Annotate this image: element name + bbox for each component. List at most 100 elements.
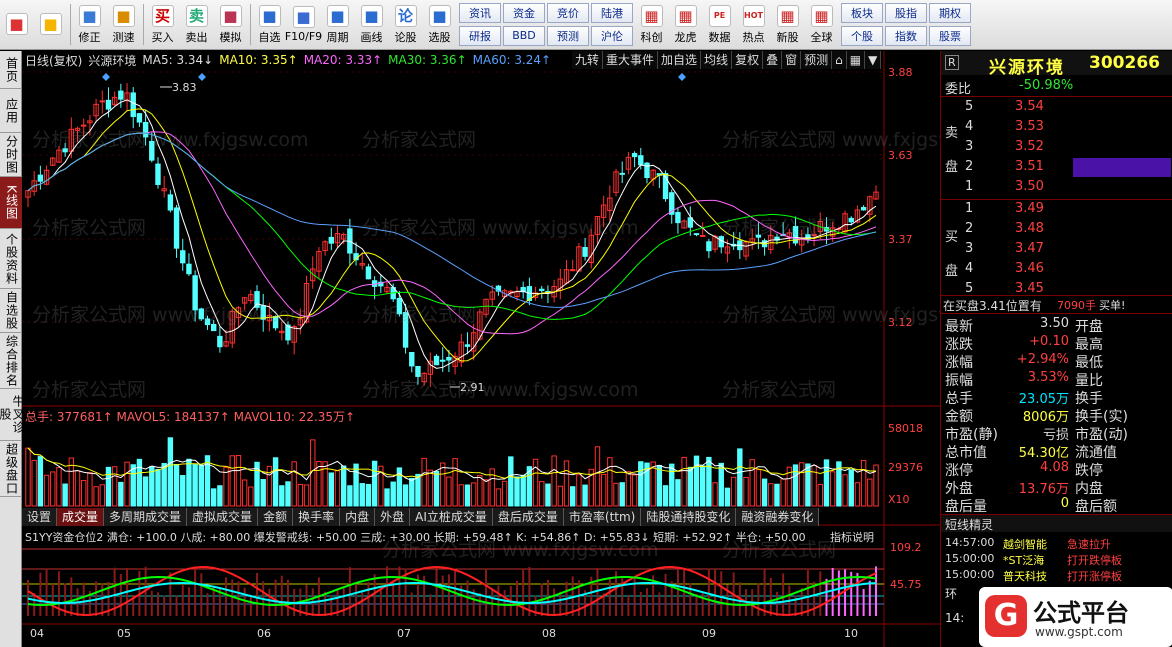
quick-button[interactable]: BBD xyxy=(503,25,545,46)
indicator-tab[interactable]: 虚拟成交量 xyxy=(187,508,259,526)
logo-mark-icon: G xyxy=(985,595,1027,637)
candle-body xyxy=(365,266,372,280)
app-logo-button[interactable]: ■ xyxy=(0,0,34,49)
bid-level: 3 xyxy=(965,241,974,256)
market-button[interactable]: 股指 xyxy=(885,3,927,23)
toolbar-button-label: 买入 xyxy=(151,30,174,44)
toolbar-button-label: 龙虎 xyxy=(674,30,697,44)
quick-button[interactable]: 竞价 xyxy=(547,3,589,23)
left-tab[interactable]: 首页 xyxy=(0,51,22,89)
chart-control-button[interactable]: 预测 xyxy=(801,51,833,69)
dragon-button[interactable]: ▦ 龙虎 xyxy=(669,0,703,49)
quick-button[interactable]: 陆港 xyxy=(591,3,633,23)
candle-body xyxy=(130,92,136,118)
quick-button[interactable]: 预测 xyxy=(547,25,589,46)
quick-button[interactable]: 研报 xyxy=(459,25,501,46)
lock-icon[interactable]: ⌂ xyxy=(832,51,847,69)
volume-bar xyxy=(706,456,712,507)
left-tab[interactable]: K线图 xyxy=(0,177,22,229)
quick-button[interactable]: 沪伦 xyxy=(591,25,633,46)
indicator-tab[interactable]: 换手率 xyxy=(293,508,341,526)
left-tab[interactable]: 综合排名 xyxy=(0,333,22,389)
chart-control-button[interactable]: 重大事件 xyxy=(603,51,659,69)
chart-control-button[interactable]: 均线 xyxy=(701,51,733,69)
back-arrow-button[interactable]: ■ xyxy=(34,0,68,49)
star-icon: ■ xyxy=(258,4,281,27)
indicator-help-button[interactable]: 指标说明 xyxy=(830,530,874,544)
up-down-arrows-button[interactable]: ■ 修正 xyxy=(73,0,107,49)
big-order-tag: 买单! xyxy=(1099,299,1126,312)
buy-button[interactable]: 买买入 xyxy=(146,0,180,49)
left-tab[interactable]: 应用 xyxy=(0,89,22,133)
ask-volume-bar xyxy=(1073,158,1171,177)
left-tab[interactable]: 牛叉诊股 xyxy=(0,389,25,441)
candle-body xyxy=(464,344,471,347)
chart-control-button[interactable]: 窗 xyxy=(782,51,802,69)
volume-bar xyxy=(656,464,663,507)
pencil-button[interactable]: ■ 画线 xyxy=(355,0,389,49)
chart-control-button[interactable]: 复权 xyxy=(732,51,764,69)
chart-control-button[interactable]: 九转 xyxy=(572,51,604,69)
left-tab[interactable]: 自选股 xyxy=(0,289,22,333)
chart-button[interactable]: ▦ 科创 xyxy=(635,0,669,49)
toolbar-button-label: 选股 xyxy=(428,30,451,44)
select-button[interactable]: ■ 选股 xyxy=(423,0,457,49)
indicator-tab[interactable]: 设置 xyxy=(22,508,58,526)
star-button[interactable]: ■ 自选 xyxy=(253,0,287,49)
dropdown-icon[interactable]: ▼ xyxy=(865,51,882,69)
chart-control-button[interactable]: 加自选 xyxy=(658,51,702,69)
volume-bar xyxy=(415,473,421,507)
bid-price: 3.48 xyxy=(1015,221,1044,236)
market-button[interactable]: 个股 xyxy=(841,25,883,46)
grid-icon[interactable]: ▦ xyxy=(847,51,866,69)
volume-bar xyxy=(693,455,700,507)
volume-bar xyxy=(37,456,44,507)
right-quote-panel: 兴源环境 300266 R 委比 -50.98% 卖盘 5 3.54 4 3.53 3 3.52 2 3.… xyxy=(940,51,1172,647)
volume-bar xyxy=(514,476,520,507)
volume-bar xyxy=(210,488,217,507)
indicator-tab[interactable]: 陆股通持股变化 xyxy=(641,508,737,526)
sell-button[interactable]: 卖卖出 xyxy=(180,0,214,49)
left-tab[interactable]: 分时图 xyxy=(0,133,22,177)
pe-button[interactable]: PE 数据 xyxy=(703,0,737,49)
indicator-tab[interactable]: AI立桩成交量 xyxy=(410,508,493,526)
globe-button[interactable]: ▦ 全球 xyxy=(805,0,839,49)
candle-body xyxy=(699,235,706,238)
indicator-tab[interactable]: 市盈率(ttm) xyxy=(564,508,642,526)
quick-button[interactable]: 资讯 xyxy=(459,3,501,23)
indicator-tab[interactable]: 金额 xyxy=(258,508,294,526)
hot-button[interactable]: HOT 热点 xyxy=(737,0,771,49)
volume-bar xyxy=(390,481,396,507)
market-button[interactable]: 股票 xyxy=(929,25,971,46)
candle-body xyxy=(570,269,576,272)
indicator-tab[interactable]: 多周期成交量 xyxy=(104,508,188,526)
volume-bar xyxy=(699,465,706,507)
left-tab[interactable]: 个股资料 xyxy=(0,229,22,289)
clock-button[interactable]: ■ 测速 xyxy=(107,0,141,49)
kline-chart[interactable]: 3.883.633.373.123.832.91分析家公式网 www.fxjgs… xyxy=(22,51,940,647)
left-tab[interactable]: 超级盘口 xyxy=(0,441,22,497)
watermark-text: 分析家公式网 xyxy=(32,217,146,239)
time-axis-label: 04 xyxy=(30,627,44,640)
f10-button[interactable]: ■ F10/F9 xyxy=(285,0,322,49)
indicator-tab[interactable]: 外盘 xyxy=(375,508,411,526)
quick-button[interactable]: 资金 xyxy=(503,3,545,23)
volume-bar xyxy=(669,463,675,507)
forum-button[interactable]: 论论股 xyxy=(389,0,423,49)
market-button[interactable]: 指数 xyxy=(885,25,927,46)
cycle-button[interactable]: ■ 周期 xyxy=(321,0,355,49)
stock-name-label: 兴源环境 xyxy=(88,53,137,68)
indicator-tab[interactable]: 成交量 xyxy=(57,508,105,526)
period-label: 日线(复权) xyxy=(25,53,83,68)
volume-bar xyxy=(285,481,291,507)
market-button[interactable]: 板块 xyxy=(841,3,883,23)
indicator-tab[interactable]: 盘后成交量 xyxy=(493,508,564,526)
ask-level: 2 xyxy=(965,159,974,174)
stock-title: 兴源环境 xyxy=(989,58,1065,78)
market-button[interactable]: 期权 xyxy=(929,3,971,23)
indicator-tab[interactable]: 内盘 xyxy=(340,508,376,526)
indicator-tab[interactable]: 融资融券变化 xyxy=(736,508,820,526)
new-stock-button[interactable]: ▦ 新股 xyxy=(771,0,805,49)
chart-control-button[interactable]: 叠 xyxy=(763,51,783,69)
gavel-button[interactable]: ■ 模拟 xyxy=(214,0,248,49)
